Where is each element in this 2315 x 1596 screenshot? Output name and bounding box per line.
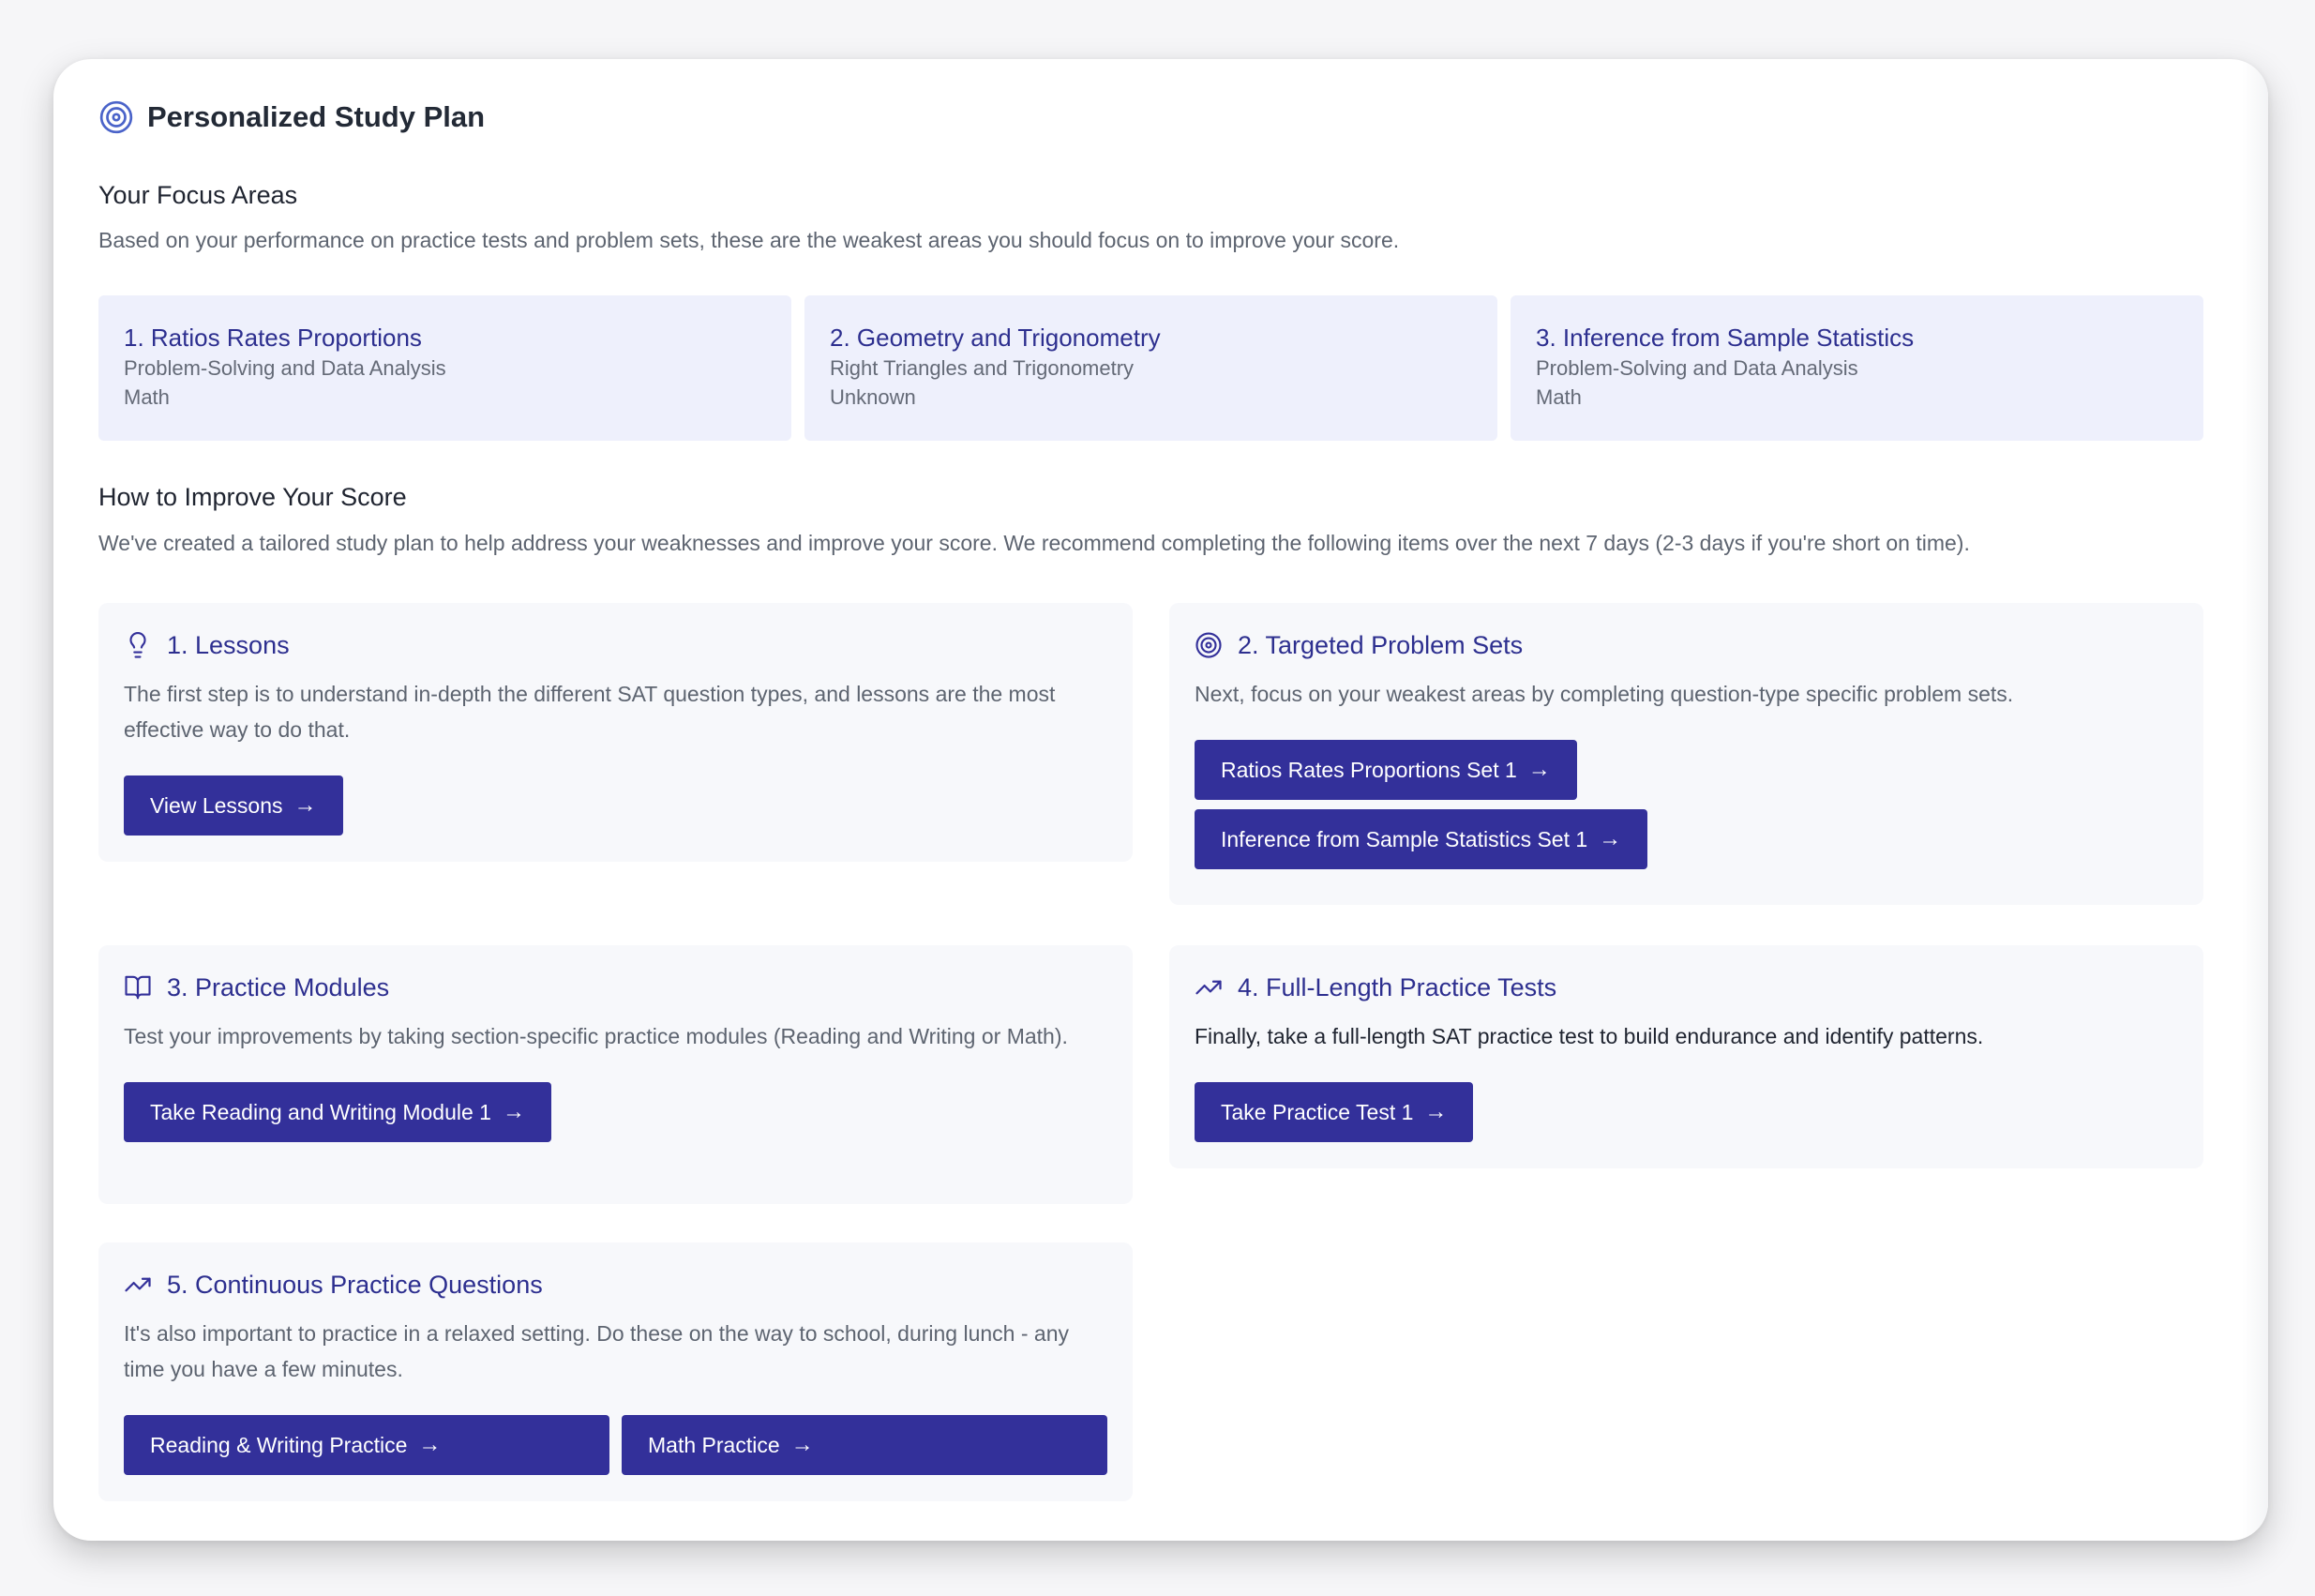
step-lessons: 1. Lessons The first step is to understa… xyxy=(98,603,1133,862)
study-plan-content: Personalized Study Plan Your Focus Areas… xyxy=(98,98,2203,1501)
step-practice-tests: 4. Full-Length Practice Tests Finally, t… xyxy=(1169,945,2203,1168)
lightbulb-icon xyxy=(129,632,146,658)
focus-area-title: 3. Inference from Sample Statistics xyxy=(1536,324,1915,352)
focus-areas-list: 1. Ratios Rates Proportions Problem-Solv… xyxy=(98,295,2203,441)
step-title: 5. Continuous Practice Questions xyxy=(167,1270,543,1299)
target-icon xyxy=(1195,632,1222,658)
button-label: Ratios Rates Proportions Set 1 xyxy=(1221,757,1517,782)
step-practice-modules: 3. Practice Modules Test your improvemen… xyxy=(98,945,1133,1204)
button-label: Inference from Sample Statistics Set 1 xyxy=(1221,826,1588,851)
focus-area-card: 1. Ratios Rates Proportions Problem-Solv… xyxy=(98,295,791,441)
arrow-right-icon: → xyxy=(502,1099,525,1124)
book-open-icon xyxy=(125,975,151,1000)
arrow-right-icon: → xyxy=(1527,757,1551,782)
view-lessons-button[interactable]: View Lessons → xyxy=(124,775,343,836)
improve-score-heading: How to Improve Your Score xyxy=(98,483,407,511)
step-header: 2. Targeted Problem Sets xyxy=(1195,629,2178,661)
step-title: 3. Practice Modules xyxy=(167,972,390,1001)
focus-areas-description: Based on your performance on practice te… xyxy=(98,228,1400,252)
arrow-right-icon: → xyxy=(790,1432,814,1457)
step-title: 2. Targeted Problem Sets xyxy=(1238,630,1524,659)
reading-writing-practice-button[interactable]: Reading & Writing Practice → xyxy=(124,1415,609,1475)
step-description: It's also important to practice in a rel… xyxy=(124,1321,1069,1381)
focus-area-title: 1. Ratios Rates Proportions xyxy=(124,324,422,352)
button-label: Reading & Writing Practice xyxy=(150,1432,408,1457)
focus-area-domain: Problem-Solving and Data Analysis xyxy=(124,356,446,380)
step-description: The first step is to understand in-depth… xyxy=(124,682,1056,742)
page-header: Personalized Study Plan xyxy=(98,98,2203,136)
step-description: Next, focus on your weakest areas by com… xyxy=(1195,682,2014,706)
arrow-right-icon: → xyxy=(293,792,317,818)
math-practice-button[interactable]: Math Practice → xyxy=(622,1415,1107,1475)
step-description: Test your improvements by taking section… xyxy=(124,1024,1068,1048)
focus-area-domain: Problem-Solving and Data Analysis xyxy=(1536,356,1858,380)
step-continuous-practice: 5. Continuous Practice Questions It's al… xyxy=(98,1242,1133,1501)
step-actions: Take Practice Test 1 → xyxy=(1195,1082,2178,1142)
study-plan-card: Personalized Study Plan Your Focus Areas… xyxy=(53,59,2268,1541)
improve-score-description: We've created a tailored study plan to h… xyxy=(98,531,1970,555)
step-header: 4. Full-Length Practice Tests xyxy=(1195,971,2178,1003)
focus-area-card: 3. Inference from Sample Statistics Prob… xyxy=(1511,295,2203,441)
trending-up-icon xyxy=(125,1277,151,1292)
focus-area-section: Math xyxy=(124,385,170,409)
button-label: View Lessons xyxy=(150,792,283,818)
trending-up-icon xyxy=(1195,980,1222,995)
step-title: 1. Lessons xyxy=(167,630,290,659)
focus-area-section: Math xyxy=(1536,385,1582,409)
focus-area-section: Unknown xyxy=(830,385,916,409)
arrow-right-icon: → xyxy=(1599,826,1622,851)
page-title: Personalized Study Plan xyxy=(147,100,486,133)
take-module-button[interactable]: Take Reading and Writing Module 1 → xyxy=(124,1082,551,1142)
button-label: Take Reading and Writing Module 1 xyxy=(150,1099,491,1124)
target-icon xyxy=(99,100,133,134)
step-description: Finally, take a full-length SAT practice… xyxy=(1195,1024,1984,1048)
focus-areas-heading: Your Focus Areas xyxy=(98,181,298,209)
step-title: 4. Full-Length Practice Tests xyxy=(1238,972,1557,1001)
step-header: 3. Practice Modules xyxy=(124,971,1107,1003)
step-header: 1. Lessons xyxy=(124,629,1107,661)
arrow-right-icon: → xyxy=(418,1432,442,1457)
step-actions: Ratios Rates Proportions Set 1 → Inferenc… xyxy=(1195,740,2178,869)
step-actions: View Lessons → xyxy=(124,775,1107,836)
step-actions: Take Reading and Writing Module 1 → xyxy=(124,1082,1107,1142)
step-problem-sets: 2. Targeted Problem Sets Next, focus on … xyxy=(1169,603,2203,905)
focus-area-domain: Right Triangles and Trigonometry xyxy=(830,356,1135,380)
button-label: Math Practice xyxy=(648,1432,780,1457)
focus-area-title: 2. Geometry and Trigonometry xyxy=(830,324,1161,352)
button-label: Take Practice Test 1 xyxy=(1221,1099,1414,1124)
step-actions: Reading & Writing Practice → Math Practic… xyxy=(124,1415,1107,1475)
take-practice-test-button[interactable]: Take Practice Test 1 → xyxy=(1195,1082,1474,1142)
problem-set-ratios-button[interactable]: Ratios Rates Proportions Set 1 → xyxy=(1195,740,1577,800)
problem-set-inference-button[interactable]: Inference from Sample Statistics Set 1 → xyxy=(1195,809,1648,869)
arrow-right-icon: → xyxy=(1424,1099,1448,1124)
step-header: 5. Continuous Practice Questions xyxy=(124,1269,1107,1301)
focus-area-card: 2. Geometry and Trigonometry Right Trian… xyxy=(804,295,1497,441)
